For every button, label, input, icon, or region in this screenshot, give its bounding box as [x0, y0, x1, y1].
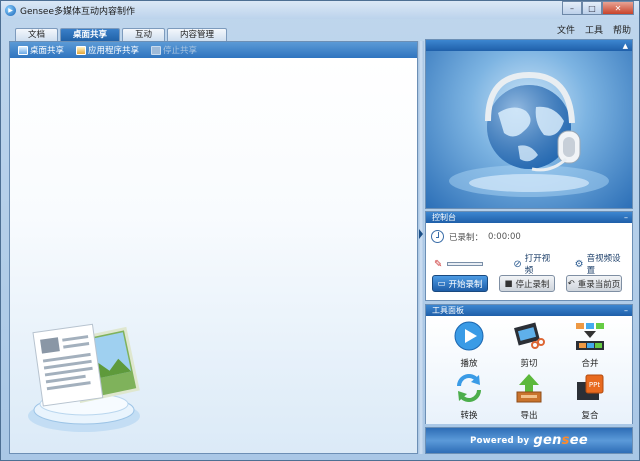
tools-panel-header: 工具面板 – — [426, 305, 632, 316]
convert-tool[interactable]: 转换 — [449, 372, 489, 421]
recorded-time: 0:00:00 — [488, 231, 521, 242]
title-bar[interactable]: ▶ Gensee多媒体互动内容制作 – □ ✕ — [1, 1, 639, 19]
minimize-button[interactable]: – — [562, 1, 582, 15]
tab-interaction[interactable]: 互动 — [122, 28, 166, 41]
export-tool[interactable]: 导出 — [509, 372, 549, 421]
camera-off-icon: ⊘ — [513, 258, 522, 270]
gensee-logo: gensee — [533, 433, 588, 448]
export-label: 导出 — [520, 411, 538, 421]
play-icon — [454, 321, 484, 351]
monitor-share-icon — [18, 45, 28, 55]
cut-tool[interactable]: 剪切 — [509, 320, 549, 369]
record-camera-icon: ▭ — [437, 278, 446, 289]
tab-content-management[interactable]: 内容管理 — [167, 28, 228, 41]
av-settings-label: 音视频设置 — [586, 254, 621, 276]
undo-icon: ↶ — [567, 278, 575, 289]
recorded-label: 已录制： — [449, 232, 484, 243]
stop-share-icon — [151, 45, 162, 55]
microphone-muted-icon[interactable]: ✎ — [434, 259, 442, 270]
panel-splitter[interactable] — [418, 41, 424, 454]
menu-file[interactable]: 文件 — [557, 23, 575, 36]
record-time-row: 已录制： 0:00:00 — [431, 230, 521, 243]
maximize-button[interactable]: □ — [582, 1, 602, 15]
desktop-share-label: 桌面共享 — [30, 46, 65, 56]
app-share-icon — [76, 45, 87, 55]
record-buttons: ▭ 开始录制 ■ 停止录制 ↶ 重录当前页 — [432, 275, 622, 292]
open-video-button[interactable]: ⊘ 打开视频 — [513, 252, 558, 276]
cut-label: 剪切 — [520, 359, 538, 369]
stop-icon: ■ — [504, 278, 513, 289]
panel-toggle-icon[interactable]: ▲ — [623, 42, 628, 50]
rerecord-page-button[interactable]: ↶ 重录当前页 — [566, 275, 622, 292]
menu-help[interactable]: 帮助 — [613, 23, 631, 36]
composite-tool[interactable]: PPt 复合 — [570, 372, 610, 421]
svg-text:PPt: PPt — [589, 381, 600, 389]
desktop-share-toolbar: 桌面共享 应用程序共享 停止共享 — [10, 42, 417, 58]
play-tool[interactable]: 播放 — [449, 320, 489, 369]
globe-headset-illustration-icon — [449, 71, 609, 197]
app-share-label: 应用程序共享 — [88, 46, 140, 56]
brand-part-1: gen — [533, 433, 562, 448]
av-settings-button[interactable]: ⚙ 音视频设置 — [575, 252, 629, 276]
export-icon — [516, 374, 542, 403]
tab-desktop-share[interactable]: 桌面共享 — [60, 28, 121, 41]
start-record-button[interactable]: ▭ 开始录制 — [432, 275, 488, 292]
convert-icon — [457, 374, 481, 402]
app-logo-icon: ▶ — [5, 4, 16, 16]
volume-slider[interactable] — [447, 262, 484, 266]
video-preview — [426, 51, 632, 208]
brand-part-3: ee — [569, 433, 588, 448]
menu-tools[interactable]: 工具 — [585, 23, 603, 36]
play-label: 播放 — [460, 359, 478, 369]
desktop-share-button[interactable]: 桌面共享 — [18, 44, 64, 56]
video-panel-header: ▲ — [426, 40, 632, 51]
stop-share-label: 停止共享 — [163, 46, 198, 56]
close-button[interactable]: ✕ — [602, 1, 634, 15]
window-title: Gensee多媒体互动内容制作 — [20, 6, 135, 17]
tools-grid: 播放 剪切 合并 转换 导出 PPt 复合 — [426, 316, 632, 424]
clock-icon — [431, 230, 444, 243]
main-tabs: 文档 桌面共享 互动 内容管理 — [15, 28, 228, 41]
control-panel-title: 控制台 — [432, 213, 456, 222]
brand-part-2: s — [561, 433, 570, 448]
gear-icon: ⚙ — [574, 258, 584, 270]
audio-video-row: ✎ ⊘ 打开视频 ⚙ 音视频设置 — [434, 252, 629, 276]
open-video-label: 打开视频 — [524, 254, 551, 276]
video-panel: ▲ — [425, 39, 633, 209]
tools-panel-title: 工具面板 — [432, 306, 464, 315]
merge-tool[interactable]: 合并 — [570, 320, 610, 369]
merge-label: 合并 — [581, 359, 599, 369]
collapse-arrow-icon[interactable] — [419, 229, 423, 239]
convert-label: 转换 — [460, 411, 478, 421]
collapse-icon[interactable]: – — [624, 213, 628, 222]
tab-document[interactable]: 文档 — [15, 28, 59, 41]
collapse-icon[interactable]: – — [624, 306, 628, 315]
control-panel: 控制台 – 已录制： 0:00:00 ✎ ⊘ 打开视频 ⚙ 音视频设置 ▭ 开始… — [425, 211, 633, 301]
ppt-composite-icon: PPt — [577, 374, 604, 400]
stop-record-label: 停止录制 — [515, 279, 550, 290]
app-window: ▶ Gensee多媒体互动内容制作 – □ ✕ 文件 工具 帮助 文档 桌面共享… — [0, 0, 640, 461]
document-share-illustration-icon — [28, 323, 140, 432]
desktop-share-panel: 桌面共享 应用程序共享 停止共享 — [9, 41, 418, 454]
film-cut-icon — [514, 322, 545, 349]
tools-panel: 工具面板 – 播放 剪切 合并 转换 导出 PPt 复合 — [425, 304, 633, 424]
merge-icon — [576, 323, 604, 350]
start-record-label: 开始录制 — [448, 279, 483, 290]
stop-share-button[interactable]: 停止共享 — [151, 44, 197, 56]
powered-by-banner: Powered by gensee — [425, 427, 633, 454]
share-canvas — [10, 58, 417, 453]
rerecord-page-label: 重录当前页 — [577, 279, 621, 290]
powered-by-text: Powered by — [470, 435, 530, 446]
stop-record-button[interactable]: ■ 停止录制 — [499, 275, 555, 292]
composite-label: 复合 — [581, 411, 599, 421]
app-share-button[interactable]: 应用程序共享 — [76, 44, 139, 56]
control-panel-header: 控制台 – — [426, 212, 632, 223]
menu-bar: 文件 工具 帮助 — [557, 23, 631, 36]
